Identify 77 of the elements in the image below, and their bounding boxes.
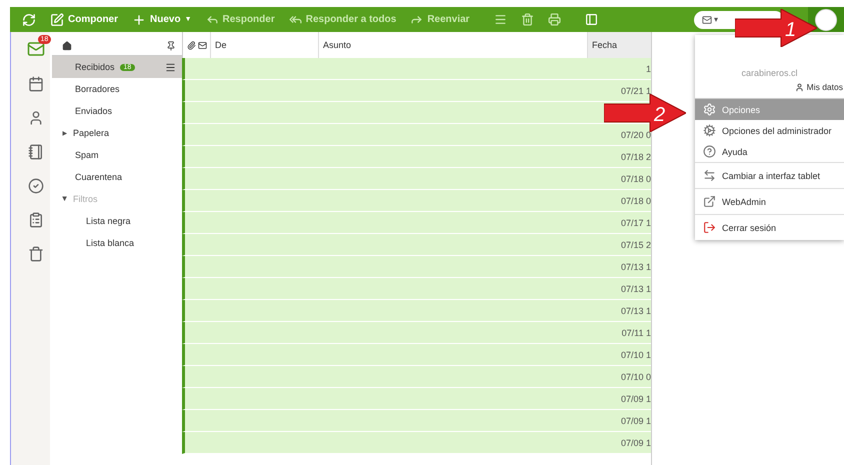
check-circle-icon[interactable] (28, 178, 44, 194)
date-text: 07/20 0 (620, 130, 651, 140)
folder-item[interactable]: Cuarentena (52, 166, 182, 188)
date-text: 07/17 1 (620, 218, 651, 228)
date-text: 1 (646, 64, 651, 74)
person-icon[interactable] (28, 110, 44, 126)
date-text: 07/18 0 (620, 174, 651, 184)
message-row[interactable]: 07/10 1 (182, 344, 651, 366)
menu-item[interactable]: Ayuda (695, 141, 844, 162)
clipboard-icon[interactable] (28, 212, 44, 228)
folder-item[interactable]: Spam (52, 144, 182, 166)
message-row[interactable]: 07/18 0 (182, 190, 651, 212)
home-icon[interactable] (62, 40, 72, 50)
mail-icon (198, 40, 207, 50)
gears-icon (703, 124, 716, 137)
reply-icon (206, 13, 218, 26)
arrow-overlay: 2 (604, 94, 686, 132)
message-row[interactable]: 1 (182, 58, 651, 80)
arrow-overlay: 1 (735, 9, 817, 47)
plus-icon (132, 12, 146, 26)
domain-text: carabineros.cl (740, 68, 799, 78)
date-text: 07/09 1 (620, 394, 651, 404)
date-text: 07/10 1 (620, 350, 651, 360)
attachment-icon (187, 40, 196, 50)
refresh-icon[interactable] (22, 12, 36, 26)
compose-icon (50, 12, 64, 26)
message-row[interactable]: 07/15 2 (182, 234, 651, 256)
forward-icon (410, 13, 424, 26)
mail-icon (702, 14, 712, 24)
avatar[interactable] (815, 8, 837, 30)
menu-item[interactable]: Opciones del administrador (695, 120, 844, 141)
date-text: 07/09 1 (620, 416, 651, 426)
folder-item[interactable]: Enviados (52, 100, 182, 122)
date-text: 07/18 0 (620, 196, 651, 206)
reply-all-icon (288, 13, 302, 26)
date-text: 07/15 2 (620, 240, 651, 250)
date-text: 07/11 1 (622, 328, 651, 338)
menu-item[interactable]: Cambiar a interfaz tablet (695, 162, 844, 188)
message-row[interactable]: 07/18 0 (182, 168, 651, 190)
calendar-icon[interactable] (28, 76, 44, 92)
person-icon (794, 82, 804, 92)
date-text: 07/09 1 (620, 438, 651, 448)
date-text: 07/10 0 (620, 372, 651, 382)
message-row[interactable]: 07/18 2 (182, 146, 651, 168)
menu-item[interactable]: Cerrar sesión (695, 214, 844, 240)
mail-icon[interactable] (26, 40, 44, 58)
message-row[interactable]: 07/09 1 (182, 388, 651, 410)
date-text: 07/21 1 (620, 86, 651, 96)
message-row[interactable]: 07/13 1 (182, 300, 651, 322)
gear-icon (703, 103, 716, 116)
help-icon (703, 145, 716, 158)
external-window-icon (703, 195, 716, 208)
message-row[interactable]: 07/13 1 (182, 278, 651, 300)
menu-item[interactable]: WebAdmin (695, 188, 844, 214)
pin-icon[interactable] (166, 40, 176, 50)
swap-arrows-icon (703, 169, 716, 182)
date-text: 07/13 1 (620, 284, 651, 294)
message-row[interactable]: 07/21 1 (182, 80, 651, 102)
message-row[interactable]: 07/09 1 (182, 410, 651, 432)
notebook-icon[interactable] (28, 144, 44, 160)
panel-icon[interactable] (584, 13, 598, 26)
message-row[interactable]: 07/09 1 (182, 432, 651, 454)
column-header[interactable]: Fecha (588, 32, 651, 58)
date-text: 07/13 1 (620, 262, 651, 272)
message-row[interactable]: 07/10 0 (182, 366, 651, 388)
toolbar-button[interactable]: Componer (50, 12, 118, 26)
date-text: 07/13 1 (620, 306, 651, 316)
message-row[interactable]: 07/17 1 (182, 212, 651, 234)
message-row[interactable]: 07/11 1 (182, 322, 651, 344)
folder-item[interactable]: Borradores (52, 78, 182, 100)
my-data-link[interactable]: Mis datos (806, 82, 843, 92)
trash-icon[interactable] (28, 246, 44, 262)
menu-icon[interactable] (165, 62, 176, 72)
message-row[interactable]: 07/20 0 (182, 124, 651, 146)
date-text: 07/18 2 (620, 152, 651, 162)
message-row[interactable]: 07/13 1 (182, 256, 651, 278)
logout-icon (703, 221, 716, 234)
